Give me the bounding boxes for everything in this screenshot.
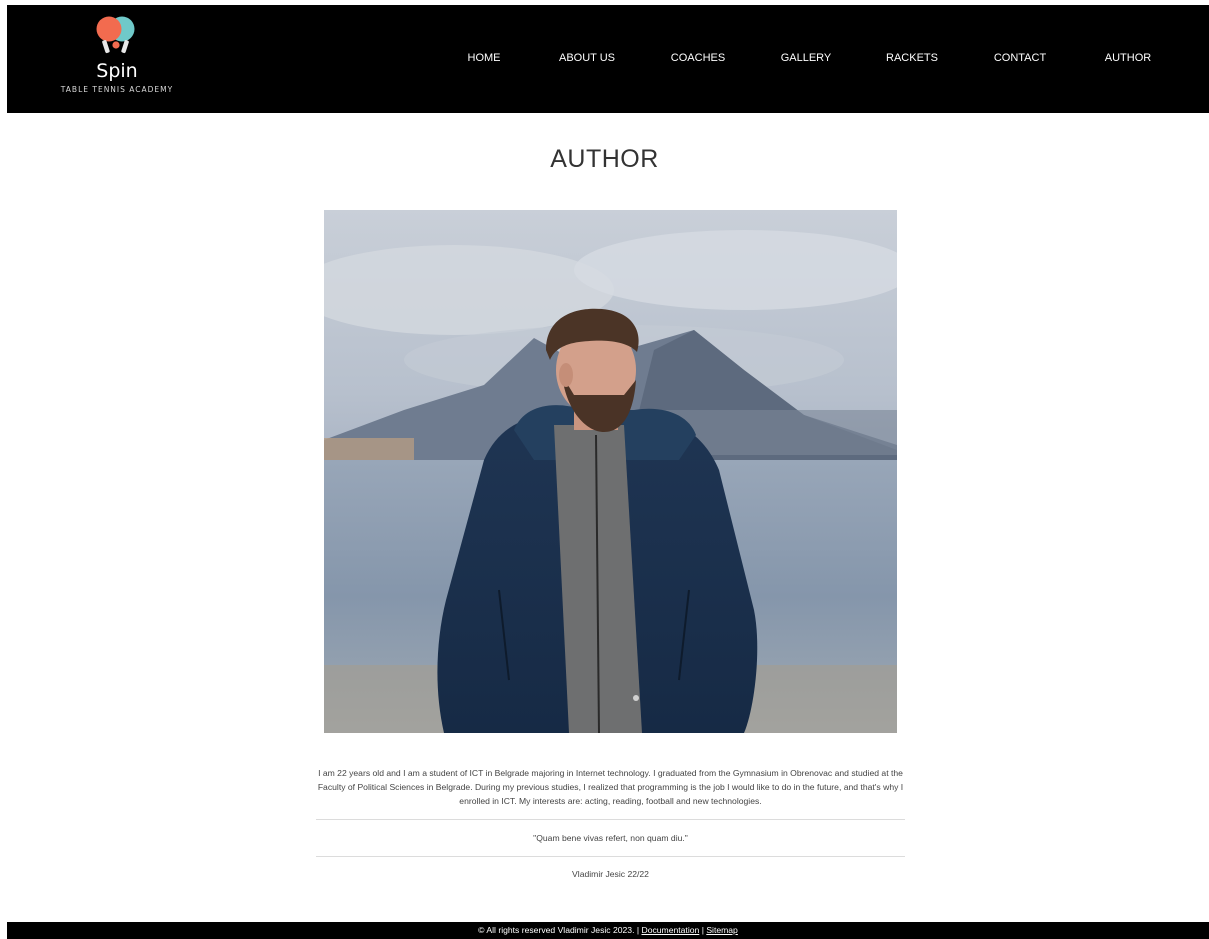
footer-copyright: © All rights reserved Vladimir Jesic 202… [478,925,640,935]
main-nav: HOME ABOUT US COACHES GALLERY RACKETS CO… [7,5,1209,113]
nav-item-home[interactable]: HOME [468,51,501,65]
author-quote: "Quam bene vivas refert, non quam diu." [533,833,688,843]
page: Spin TABLE TENNIS ACADEMY HOME ABOUT US … [0,0,1209,939]
divider [316,819,905,820]
nav-item-author[interactable]: AUTHOR [1105,51,1151,65]
site-header: Spin TABLE TENNIS ACADEMY HOME ABOUT US … [7,5,1209,113]
footer-documentation-link[interactable]: Documentation [641,925,699,935]
author-photo [324,210,897,733]
page-title: AUTHOR [550,145,659,173]
author-bio: I am 22 years old and I am a student of … [317,768,904,806]
nav-item-coaches[interactable]: COACHES [671,51,725,65]
footer-sitemap-link[interactable]: Sitemap [706,925,738,935]
nav-item-about-us[interactable]: ABOUT US [559,51,615,65]
nav-item-rackets[interactable]: RACKETS [886,51,938,65]
footer-separator: | [701,925,704,935]
site-footer: © All rights reserved Vladimir Jesic 202… [7,922,1209,939]
nav-item-gallery[interactable]: GALLERY [781,51,832,65]
author-photo-illustration [324,210,897,733]
divider [316,856,905,857]
author-signature: Vladimir Jesic 22/22 [572,869,649,879]
nav-item-contact[interactable]: CONTACT [994,51,1046,65]
